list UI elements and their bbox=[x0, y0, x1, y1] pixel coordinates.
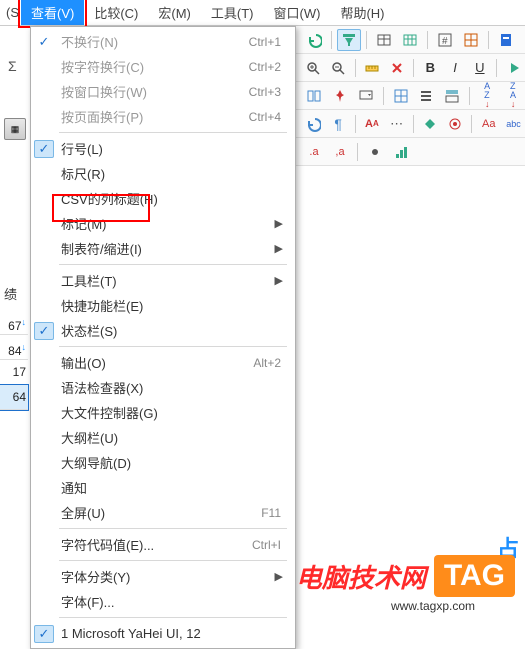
menu-compare[interactable]: 比较(C) bbox=[84, 0, 148, 25]
menu-syntax-checker[interactable]: 语法检查器(X) bbox=[31, 375, 295, 400]
cell-value-selected[interactable]: 64 bbox=[0, 385, 28, 410]
menu-separator bbox=[59, 560, 287, 561]
chevron-right-icon: ▶ bbox=[275, 570, 287, 583]
menu-font-1[interactable]: ✓1 Microsoft YaHei UI, 12 bbox=[31, 621, 295, 646]
dot-icon[interactable] bbox=[363, 141, 387, 163]
menu-font[interactable]: 字体(F)... bbox=[31, 589, 295, 614]
watermark-site: www.tagxp.com bbox=[391, 599, 475, 613]
sheet-icon[interactable] bbox=[398, 29, 422, 51]
close-x-icon[interactable] bbox=[385, 57, 408, 79]
target-icon[interactable] bbox=[444, 113, 467, 135]
ruler-icon[interactable] bbox=[360, 57, 383, 79]
toolbar-row-5: .a ,a bbox=[296, 138, 525, 166]
menu-wrap-window[interactable]: 按窗口换行(W)Ctrl+3 bbox=[31, 79, 295, 104]
play-icon[interactable] bbox=[502, 57, 525, 79]
zoom-out-icon[interactable] bbox=[327, 57, 350, 79]
menu-line-number[interactable]: ✓行号(L) bbox=[31, 136, 295, 161]
pane-icon[interactable] bbox=[389, 85, 413, 107]
menu-help[interactable]: 帮助(H) bbox=[330, 0, 394, 25]
menu-font-category[interactable]: 字体分类(Y)▶ bbox=[31, 564, 295, 589]
menu-separator bbox=[59, 346, 287, 347]
quote-a-icon[interactable]: .a bbox=[302, 141, 326, 163]
menu-function-bar[interactable]: 快捷功能栏(E) bbox=[31, 293, 295, 318]
dropdown-icon[interactable] bbox=[354, 85, 378, 107]
menu-ruler[interactable]: 标尺(R) bbox=[31, 161, 295, 186]
undo2-icon[interactable] bbox=[302, 113, 325, 135]
cell-value[interactable]: 17 bbox=[0, 360, 28, 385]
menu-no-wrap[interactable]: ✓不换行(N)Ctrl+1 bbox=[31, 29, 295, 54]
bars-icon[interactable] bbox=[389, 141, 413, 163]
layout-icon[interactable] bbox=[440, 85, 464, 107]
menu-wrap-char[interactable]: 按字符换行(C)Ctrl+2 bbox=[31, 54, 295, 79]
menu-view[interactable]: 查看(V) bbox=[21, 0, 84, 25]
sort-desc-icon[interactable]: ZA↓ bbox=[501, 85, 525, 107]
sigma-icon[interactable]: Σ bbox=[0, 54, 30, 78]
sheet-header-fragment: 绩 bbox=[4, 284, 17, 303]
cell-value[interactable]: 67↓ bbox=[0, 310, 28, 335]
filter-active-icon[interactable] bbox=[337, 29, 361, 51]
menubar-frag-left: (S bbox=[4, 2, 21, 23]
menu-macros[interactable]: 宏(M) bbox=[148, 0, 201, 25]
menu-window[interactable]: 窗口(W) bbox=[264, 0, 331, 25]
sort-asc-icon[interactable]: AZ↓ bbox=[475, 85, 499, 107]
menu-tab-indent[interactable]: 制表符/缩进(I)▶ bbox=[31, 236, 295, 261]
undo-icon[interactable] bbox=[302, 29, 326, 51]
diamond-icon[interactable] bbox=[419, 113, 442, 135]
blue-doc-icon[interactable] bbox=[494, 29, 518, 51]
grid-icon[interactable] bbox=[459, 29, 483, 51]
menu-notifications[interactable]: 通知 bbox=[31, 475, 295, 500]
watermark-text: 电脑技术网 bbox=[296, 558, 426, 595]
font-size-icon[interactable]: AA bbox=[360, 113, 383, 135]
menu-separator bbox=[59, 528, 287, 529]
menu-fullscreen[interactable]: 全屏(U)F11 bbox=[31, 500, 295, 525]
menu-status-bar[interactable]: ✓状态栏(S) bbox=[31, 318, 295, 343]
chevron-right-icon: ▶ bbox=[275, 274, 287, 287]
watermark-tag: TAG bbox=[434, 555, 515, 597]
menu-separator bbox=[59, 132, 287, 133]
menu-marks[interactable]: 标记(M)▶ bbox=[31, 211, 295, 236]
more-icon[interactable]: ⋯ bbox=[385, 113, 408, 135]
number-icon[interactable]: # bbox=[433, 29, 457, 51]
toolbar-row-3: AZ↓ ZA↓ bbox=[296, 82, 525, 110]
menu-separator bbox=[59, 264, 287, 265]
chevron-right-icon: ▶ bbox=[275, 242, 287, 255]
underline-icon[interactable]: U bbox=[468, 57, 491, 79]
menu-separator bbox=[59, 617, 287, 618]
check-icon: ✓ bbox=[34, 625, 54, 643]
menu-large-file[interactable]: 大文件控制器(G) bbox=[31, 400, 295, 425]
paragraph-icon[interactable]: ¶ bbox=[327, 113, 350, 135]
menu-outline-nav[interactable]: 大纲导航(D) bbox=[31, 450, 295, 475]
list-icon[interactable] bbox=[415, 85, 439, 107]
check-icon: ✓ bbox=[31, 34, 57, 50]
case-icon[interactable]: Aa bbox=[477, 113, 500, 135]
calculator-icon[interactable]: ▦ bbox=[4, 118, 26, 140]
split-icon[interactable] bbox=[302, 85, 326, 107]
toolbar-row-2: B I U bbox=[296, 54, 525, 82]
watermark: 电脑技术网 TAG bbox=[296, 555, 515, 597]
bold-icon[interactable]: B bbox=[419, 57, 442, 79]
menu-wrap-page[interactable]: 按页面换行(P)Ctrl+4 bbox=[31, 104, 295, 129]
abc-icon[interactable]: abc bbox=[502, 113, 525, 135]
menu-toolbars[interactable]: 工具栏(T)▶ bbox=[31, 268, 295, 293]
zoom-in-icon[interactable] bbox=[302, 57, 325, 79]
menu-outline-bar[interactable]: 大纲栏(U) bbox=[31, 425, 295, 450]
italic-icon[interactable]: I bbox=[444, 57, 467, 79]
check-icon: ✓ bbox=[34, 322, 54, 340]
left-strip: Σ ▦ bbox=[0, 54, 30, 180]
menu-char-code[interactable]: 字符代码值(E)...Ctrl+I bbox=[31, 532, 295, 557]
menu-output[interactable]: 输出(O)Alt+2 bbox=[31, 350, 295, 375]
cell-value[interactable]: 84↓ bbox=[0, 335, 28, 360]
table-icon[interactable] bbox=[372, 29, 396, 51]
check-icon: ✓ bbox=[34, 140, 54, 158]
svg-text:#: # bbox=[442, 36, 448, 47]
toolbar-row-4: ¶ AA ⋯ Aa abc bbox=[296, 110, 525, 138]
menu-tools[interactable]: 工具(T) bbox=[201, 0, 264, 25]
menu-csv-header[interactable]: CSV的列标题(H) bbox=[31, 186, 295, 211]
quote-a2-icon[interactable]: ,a bbox=[328, 141, 352, 163]
menubar: (S 查看(V) 比较(C) 宏(M) 工具(T) 窗口(W) 帮助(H) bbox=[0, 0, 525, 26]
view-dropdown-menu: ✓不换行(N)Ctrl+1 按字符换行(C)Ctrl+2 按窗口换行(W)Ctr… bbox=[30, 26, 296, 649]
toolbar-row-1: # bbox=[296, 26, 525, 54]
pin-icon[interactable] bbox=[328, 85, 352, 107]
chevron-right-icon: ▶ bbox=[275, 217, 287, 230]
